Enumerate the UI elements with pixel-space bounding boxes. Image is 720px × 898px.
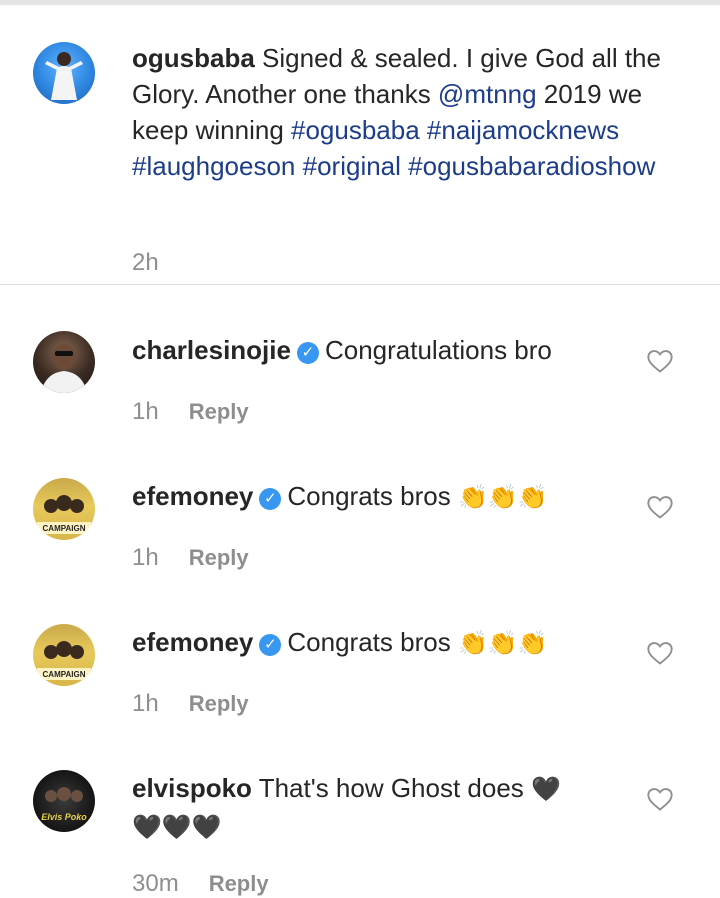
avatar-caption-text: CAMPAIGN	[43, 670, 86, 679]
reply-button[interactable]: Reply	[189, 691, 249, 716]
hashtag-link[interactable]: #ogusbabaradioshow	[408, 151, 655, 181]
clapping-hands-emoji: 👏👏👏	[457, 484, 548, 511]
reply-button[interactable]: Reply	[189, 545, 249, 570]
hashtag-link[interactable]: #laughgoeson	[132, 151, 295, 181]
caption-divider	[0, 284, 720, 285]
clapping-hands-emoji: 👏👏👏	[457, 630, 548, 657]
post-caption: ogusbaba Signed & sealed. I give God all…	[0, 5, 720, 284]
comment-text: charlesinojie ✓ Congratulations bro	[132, 332, 672, 368]
comment-timestamp: 1h	[132, 398, 159, 425]
comment-meta: 1h Reply	[132, 398, 249, 426]
heart-outline-icon[interactable]	[646, 639, 674, 667]
black-heart-emoji: 🖤	[531, 776, 561, 803]
comment-timestamp: 1h	[132, 544, 159, 571]
verified-badge-icon: ✓	[296, 342, 319, 364]
comment-body: That's how Ghost does	[258, 773, 524, 803]
hashtag-link[interactable]: #original	[303, 151, 401, 181]
avatar-charlesinojie[interactable]	[33, 331, 95, 393]
campaign-poster-icon: CAMPAIGN	[37, 641, 91, 680]
mention-link[interactable]: @mtnng	[438, 79, 537, 109]
comment-username[interactable]: charlesinojie	[132, 335, 291, 365]
comment-body: Congratulations bro	[324, 335, 552, 365]
comment-username[interactable]: elvispoko	[132, 773, 252, 803]
avatar-caption-text: Elvis Poko	[41, 812, 87, 822]
reply-button[interactable]: Reply	[209, 871, 269, 896]
reply-button[interactable]: Reply	[189, 399, 249, 424]
group-portrait-icon: Elvis Poko	[41, 787, 87, 822]
comment-timestamp: 30m	[132, 870, 179, 897]
verified-badge-icon: ✓	[259, 488, 282, 510]
black-heart-emoji: 🖤🖤🖤	[132, 814, 222, 841]
comment-timestamp: 1h	[132, 690, 159, 717]
avatar-efemoney[interactable]: CAMPAIGN	[33, 624, 95, 686]
caption-meta: 2h	[132, 249, 189, 277]
heart-outline-icon[interactable]	[646, 785, 674, 813]
person-figure-icon	[45, 52, 83, 100]
campaign-poster-icon: CAMPAIGN	[37, 495, 91, 534]
heart-outline-icon[interactable]	[646, 493, 674, 521]
verified-badge-icon: ✓	[259, 634, 282, 656]
comment-username[interactable]: efemoney	[132, 481, 253, 511]
avatar-efemoney[interactable]: CAMPAIGN	[33, 478, 95, 540]
hashtag-link[interactable]: #ogusbaba	[291, 115, 420, 145]
hashtag-link[interactable]: #naijamocknews	[427, 115, 619, 145]
caption-timestamp: 2h	[132, 249, 159, 276]
person-portrait-icon	[41, 344, 87, 393]
caption-text: ogusbaba Signed & sealed. I give God all…	[132, 40, 672, 184]
comment-username[interactable]: efemoney	[132, 627, 253, 657]
comment-meta: 1h Reply	[132, 690, 249, 718]
heart-outline-icon[interactable]	[646, 347, 674, 375]
caption-username[interactable]: ogusbaba	[132, 43, 255, 73]
comment-body: Congrats bros	[287, 481, 451, 511]
avatar-ogusbaba[interactable]	[33, 42, 95, 104]
comment-text: efemoney ✓ Congrats bros 👏👏👏	[132, 624, 672, 662]
comment-text: efemoney ✓ Congrats bros 👏👏👏	[132, 478, 672, 516]
avatar-caption-text: CAMPAIGN	[43, 524, 86, 533]
comment-text: elvispoko That's how Ghost does 🖤 🖤🖤🖤	[132, 770, 602, 846]
comment-meta: 1h Reply	[132, 544, 249, 572]
avatar-elvispoko[interactable]: Elvis Poko	[33, 770, 95, 832]
comment-body: Congrats bros	[287, 627, 451, 657]
comment-meta: 30m Reply	[132, 870, 269, 898]
